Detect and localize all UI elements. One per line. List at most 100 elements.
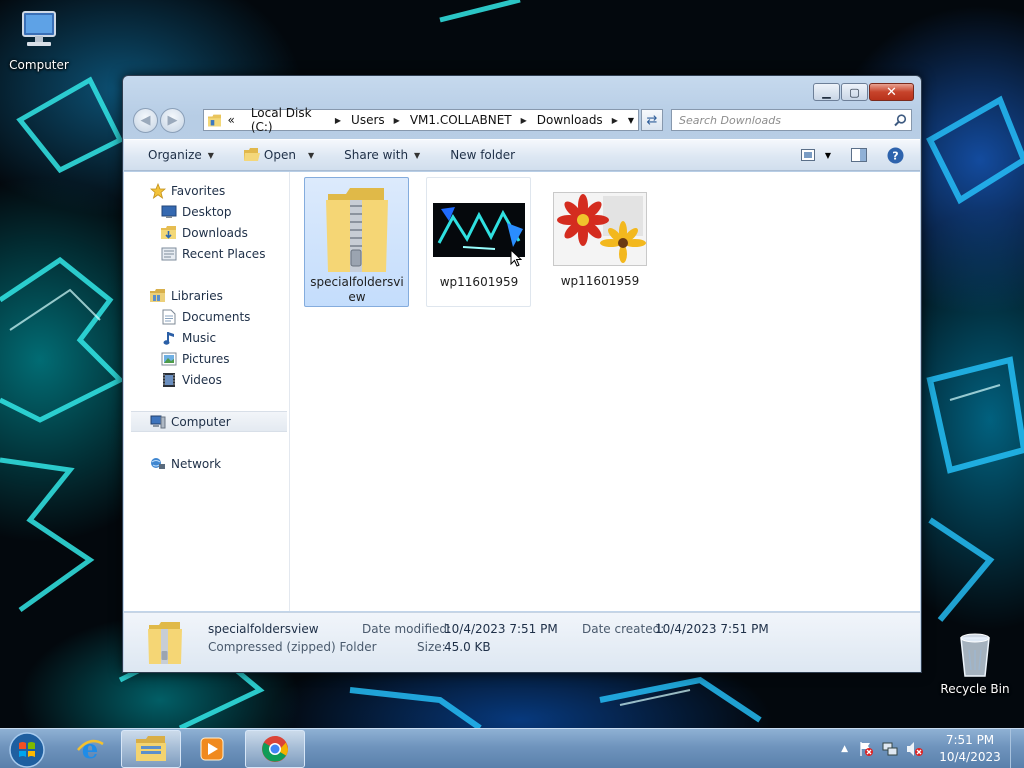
breadcrumb-label: Users [351,113,385,127]
breadcrumb-overflow[interactable]: « [227,113,250,127]
volume-muted-icon[interactable] [906,741,924,757]
chrome-icon [262,736,288,762]
address-dropdown-icon[interactable]: ▼ [628,116,634,125]
close-button[interactable]: ✕ [869,83,914,101]
libraries-icon [150,288,166,304]
nav-label: Pictures [182,351,230,366]
desktop-icon-label: Recycle Bin [940,682,1010,696]
nav-computer[interactable]: Computer [131,411,287,432]
system-tray: ▲ 7:51 PM 10/4/2023 [841,729,1024,768]
date-created-label: Date created: [582,622,665,636]
navigation-pane: Favorites Desktop Downloads Recent Place… [124,172,290,611]
new-folder-label: New folder [450,148,516,162]
nav-label: Favorites [171,183,226,198]
file-item[interactable]: specialfoldersview [304,177,409,307]
open-button[interactable]: Open ▼ [243,148,315,162]
search-icon[interactable] [894,113,907,127]
file-name: wp11601959 [560,274,640,288]
nav-music[interactable]: Music [124,327,289,348]
file-name: specialfoldersview [310,275,404,304]
search-input[interactable] [679,113,884,127]
share-with-button[interactable]: Share with ▼ [344,148,420,162]
show-desktop-button[interactable] [1010,729,1024,768]
explorer-window: ▁ ▢ ✕ ◀ ▶ « Local Disk (C:) ▶ Users ▶ VM1.… [122,75,922,673]
overflow-label: « [227,113,235,127]
taskbar-internet-explorer[interactable]: e [60,730,120,768]
chevron-right-icon[interactable]: ▶ [612,116,618,125]
clock-date: 10/4/2023 [939,750,1001,764]
breadcrumb-label: Local Disk (C:) [250,106,312,134]
address-bar[interactable]: « Local Disk (C:) ▶ Users ▶ VM1.COLLABNET ▶… [203,106,639,134]
nav-favorites[interactable]: Favorites [124,180,289,201]
chevron-right-icon[interactable]: ▶ [335,116,341,125]
nav-label: Music [182,330,217,345]
open-label: Open [263,148,296,162]
nav-recent-places[interactable]: Recent Places [124,243,289,264]
desktop-icon [161,204,177,220]
new-folder-button[interactable]: New folder [450,148,515,162]
details-file-name: specialfoldersview [208,622,319,636]
media-player-icon [200,737,224,761]
search-box [671,109,912,131]
nav-desktop[interactable]: Desktop [124,201,289,222]
breadcrumb-downloads[interactable]: Downloads ▶ [537,113,628,127]
maximize-icon: ▢ [849,85,860,99]
downloads-folder-icon [161,225,177,241]
nav-downloads[interactable]: Downloads [124,222,289,243]
computer-icon [150,414,166,430]
back-button[interactable]: ◀ [133,108,158,133]
nav-label: Downloads [182,225,248,240]
minimize-button[interactable]: ▁ [813,83,840,101]
preview-pane-button[interactable] [851,148,867,162]
file-item[interactable]: wp11601959 [548,177,653,307]
computer-icon [16,8,62,54]
organize-label: Organize [148,148,202,162]
file-item[interactable]: wp11601959 [426,177,531,307]
chevron-down-icon: ▼ [414,150,421,160]
network-status-icon[interactable] [882,741,898,757]
maximize-button[interactable]: ▢ [841,83,868,101]
taskbar-windows-explorer[interactable] [121,730,181,768]
clock-time: 7:51 PM [945,733,995,747]
nav-libraries[interactable]: Libraries [124,285,289,306]
chevron-down-icon: ▼ [307,150,315,160]
help-button[interactable]: ? [887,147,904,164]
network-icon [150,456,166,472]
change-view-button[interactable]: ▼ [800,149,831,161]
show-hidden-icons-button[interactable]: ▲ [841,744,848,754]
svg-text:?: ? [892,149,898,162]
forward-button[interactable]: ▶ [160,108,185,133]
content-area: Favorites Desktop Downloads Recent Place… [124,172,920,611]
forward-arrow-icon: ▶ [167,113,178,128]
refresh-button[interactable]: ⇄ [641,109,663,131]
nav-videos[interactable]: Videos [124,369,289,390]
pictures-icon [161,351,177,367]
nav-pictures[interactable]: Pictures [124,348,289,369]
breadcrumb-local-disk[interactable]: Local Disk (C:) ▶ [251,106,351,134]
taskbar-chrome[interactable] [245,730,305,768]
zip-folder-icon [146,621,184,668]
organize-button[interactable]: Organize ▼ [148,148,214,162]
nav-network[interactable]: Network [124,453,289,474]
chevron-right-icon[interactable]: ▶ [521,116,527,125]
image-thumbnail-icon [552,185,648,273]
desktop-recycle-bin-icon[interactable]: Recycle Bin [937,630,1013,696]
clock[interactable]: 7:51 PM 10/4/2023 [936,732,1004,766]
command-bar: Organize ▼ Open ▼ Share with ▼ New folder ▼… [124,139,920,171]
desktop-computer-icon[interactable]: Computer [1,8,77,72]
preview-pane-icon [851,148,867,162]
view-icon [800,149,815,161]
breadcrumb-users[interactable]: Users ▶ [351,113,410,127]
share-with-label: Share with [344,148,409,162]
music-icon [161,330,177,346]
start-button[interactable] [6,731,48,768]
taskbar-media-player[interactable] [182,730,242,768]
folder-icon [208,114,222,126]
size-value: 45.0 KB [444,640,491,654]
open-folder-icon [243,148,260,161]
action-center-icon[interactable] [858,741,874,757]
chevron-right-icon[interactable]: ▶ [394,116,400,125]
mouse-cursor-icon [510,249,522,267]
nav-documents[interactable]: Documents [124,306,289,327]
breadcrumb-vm1-collabnet[interactable]: VM1.COLLABNET ▶ [410,113,537,127]
